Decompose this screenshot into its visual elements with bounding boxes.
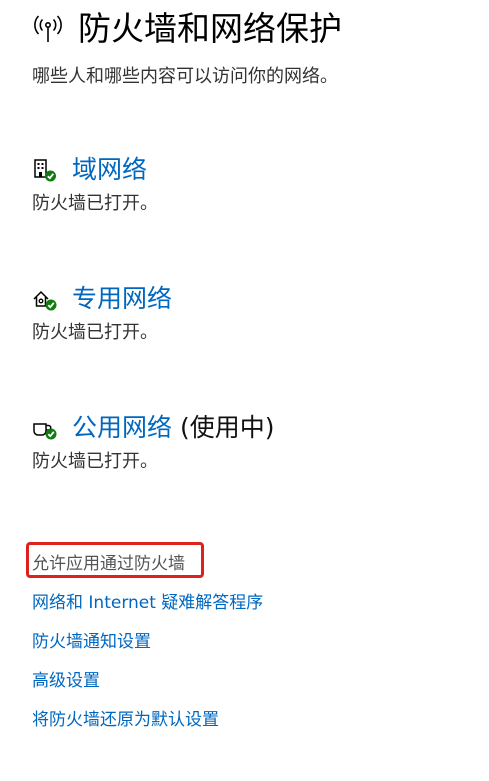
page-title: 防火墙和网络保护 [78, 9, 342, 48]
domain-network-section: 域网络 防火墙已打开。 [32, 152, 472, 216]
domain-network-icon [34, 159, 56, 182]
public-network-active-label: (使用中) [180, 413, 275, 442]
network-troubleshooter-link[interactable]: 网络和 Internet 疑难解答程序 [32, 591, 472, 615]
public-network-name: 公用网络 [72, 413, 173, 442]
firewall-notification-settings-link[interactable]: 防火墙通知设置 [32, 630, 472, 654]
public-network-icon [33, 423, 57, 440]
private-network-link[interactable]: 专用网络 [32, 281, 472, 317]
private-network-section: 专用网络 防火墙已打开。 [32, 281, 472, 345]
domain-network-status: 防火墙已打开。 [32, 193, 158, 214]
allow-app-through-firewall-label: 允许应用通过防火墙 [32, 554, 185, 574]
private-network-name: 专用网络 [72, 284, 173, 313]
domain-network-link[interactable]: 域网络 [32, 152, 472, 188]
public-network-status: 防火墙已打开。 [32, 451, 158, 472]
page-header: 防火墙和网络保护 [32, 6, 342, 52]
private-network-status: 防火墙已打开。 [32, 322, 158, 343]
public-network-section: 公用网络 (使用中) 防火墙已打开。 [32, 410, 472, 474]
antenna-icon [34, 15, 62, 42]
advanced-settings-link[interactable]: 高级设置 [32, 669, 472, 693]
related-links: 允许应用通过防火墙 网络和 Internet 疑难解答程序 防火墙通知设置 高级… [26, 542, 472, 732]
allow-app-through-firewall-link[interactable]: 允许应用通过防火墙 [26, 542, 472, 579]
domain-network-name: 域网络 [72, 155, 148, 184]
private-network-icon [33, 290, 57, 311]
public-network-link[interactable]: 公用网络 (使用中) [32, 410, 472, 446]
restore-defaults-link[interactable]: 将防火墙还原为默认设置 [32, 708, 472, 732]
page-subtitle: 哪些人和哪些内容可以访问你的网络。 [32, 66, 338, 87]
